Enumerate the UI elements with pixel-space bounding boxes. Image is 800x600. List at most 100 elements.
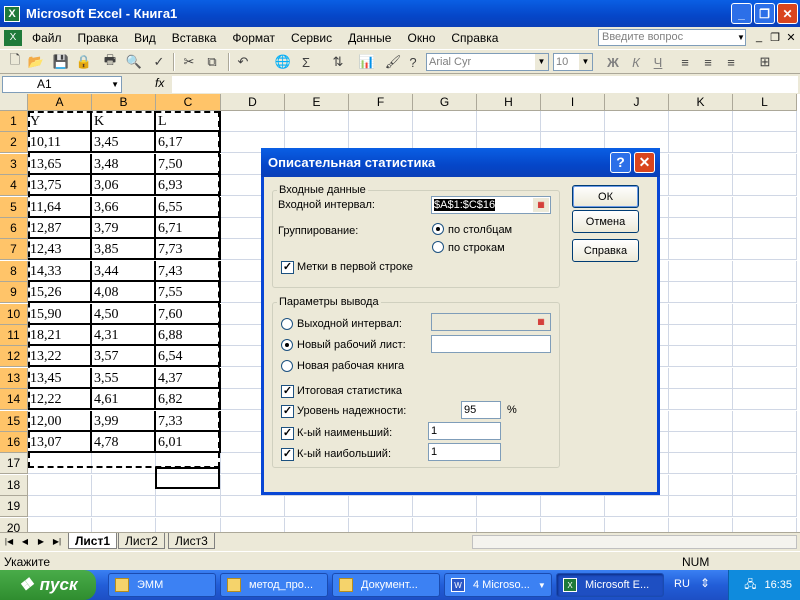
- cell[interactable]: [285, 111, 349, 132]
- cell[interactable]: [92, 453, 156, 475]
- menu-tools[interactable]: Сервис: [283, 27, 340, 48]
- cell[interactable]: [733, 260, 797, 282]
- cell[interactable]: [733, 153, 797, 175]
- cell[interactable]: [669, 389, 733, 411]
- column-header[interactable]: K: [669, 94, 733, 111]
- cell[interactable]: [669, 282, 733, 304]
- cell[interactable]: 3,57: [92, 346, 156, 368]
- font-size-select[interactable]: 10 ▼: [553, 53, 593, 71]
- row-header[interactable]: 12: [0, 346, 28, 368]
- cell[interactable]: 3,44: [92, 260, 156, 282]
- cell[interactable]: 4,08: [92, 282, 156, 304]
- cell[interactable]: 12,22: [28, 389, 92, 411]
- row-header[interactable]: 20: [0, 517, 28, 532]
- permission-icon[interactable]: 🔒: [75, 53, 93, 71]
- cell[interactable]: 13,22: [28, 346, 92, 368]
- cell[interactable]: 6,93: [156, 175, 221, 197]
- cell[interactable]: 6,55: [156, 196, 221, 218]
- row-header[interactable]: 17: [0, 453, 28, 475]
- doc-minimize-button[interactable]: _: [752, 30, 766, 44]
- formula-input[interactable]: [172, 76, 798, 93]
- column-header[interactable]: D: [221, 94, 285, 111]
- cell[interactable]: 3,45: [92, 132, 156, 154]
- print-icon[interactable]: 🖶: [101, 52, 119, 71]
- cell[interactable]: 13,65: [28, 153, 92, 175]
- cell[interactable]: 6,54: [156, 346, 221, 368]
- sort-ascending-icon[interactable]: ⇅: [329, 53, 347, 71]
- cell[interactable]: [28, 496, 92, 518]
- cell[interactable]: [669, 474, 733, 496]
- cell[interactable]: 14,33: [28, 260, 92, 282]
- cell[interactable]: 13,75: [28, 175, 92, 197]
- menu-format[interactable]: Формат: [224, 27, 283, 48]
- cell[interactable]: [733, 389, 797, 411]
- collapse-dialog-icon[interactable]: ▦: [533, 315, 549, 329]
- sheet-tab-1[interactable]: Лист1: [68, 533, 118, 549]
- close-button[interactable]: ✕: [777, 3, 798, 24]
- cell[interactable]: [669, 132, 733, 154]
- cell[interactable]: 13,07: [28, 432, 92, 453]
- row-header[interactable]: 4: [0, 175, 28, 197]
- insert-function-icon[interactable]: fx: [155, 76, 164, 90]
- cell[interactable]: 3,66: [92, 196, 156, 218]
- menu-help[interactable]: Справка: [443, 27, 506, 48]
- cell[interactable]: [669, 303, 733, 325]
- cell[interactable]: 13,45: [28, 367, 92, 389]
- cell[interactable]: [733, 175, 797, 197]
- cell[interactable]: [669, 196, 733, 218]
- cell[interactable]: [733, 282, 797, 304]
- cell[interactable]: [669, 153, 733, 175]
- dropdown-arrow-icon[interactable]: ▼: [111, 77, 119, 92]
- sheet-tab-3[interactable]: Лист3: [168, 533, 215, 549]
- cell[interactable]: 7,55: [156, 282, 221, 304]
- cell[interactable]: 3,79: [92, 218, 156, 239]
- cell[interactable]: [669, 218, 733, 239]
- cell[interactable]: 4,31: [92, 325, 156, 346]
- network-icon[interactable]: 🖧: [744, 576, 756, 595]
- cell[interactable]: 3,99: [92, 410, 156, 432]
- row-header[interactable]: 6: [0, 218, 28, 239]
- cell[interactable]: [733, 517, 797, 532]
- help-button[interactable]: Справка: [572, 239, 639, 262]
- sheet-tab-2[interactable]: Лист2: [118, 533, 165, 549]
- cell[interactable]: 7,60: [156, 303, 221, 325]
- kth-largest-field[interactable]: 1: [428, 443, 501, 461]
- row-header[interactable]: 13: [0, 367, 28, 389]
- cell[interactable]: [669, 496, 733, 518]
- cell[interactable]: 4,78: [92, 432, 156, 453]
- by-rows-radio[interactable]: [432, 241, 444, 253]
- cell[interactable]: 6,01: [156, 432, 221, 453]
- bold-button[interactable]: Ж: [604, 53, 622, 71]
- cell[interactable]: 4,37: [156, 367, 221, 389]
- cell[interactable]: [733, 346, 797, 368]
- cell[interactable]: [413, 496, 477, 518]
- cell[interactable]: [733, 496, 797, 518]
- horizontal-scrollbar[interactable]: [472, 535, 797, 549]
- cell[interactable]: [669, 260, 733, 282]
- hyperlink-icon[interactable]: 🌐: [274, 53, 292, 71]
- row-header[interactable]: 3: [0, 153, 28, 175]
- prev-sheet-icon[interactable]: ◀: [18, 534, 32, 549]
- cell[interactable]: [733, 453, 797, 475]
- cell[interactable]: [349, 496, 413, 518]
- cell[interactable]: [28, 517, 92, 532]
- summary-stats-checkbox[interactable]: ✓: [281, 385, 294, 398]
- column-header[interactable]: J: [605, 94, 669, 111]
- doc-close-button[interactable]: ✕: [784, 30, 798, 44]
- cell[interactable]: Y: [28, 111, 92, 132]
- column-header[interactable]: F: [349, 94, 413, 111]
- menu-view[interactable]: Вид: [126, 27, 164, 48]
- cell[interactable]: K: [92, 111, 156, 132]
- copy-icon[interactable]: ⧉: [203, 53, 221, 71]
- cell[interactable]: 7,50: [156, 153, 221, 175]
- excel-app-icon[interactable]: X: [4, 5, 20, 22]
- cell[interactable]: [669, 432, 733, 453]
- kth-smallest-checkbox[interactable]: ✓: [281, 427, 294, 440]
- dropdown-arrow-icon[interactable]: ▼: [535, 54, 548, 70]
- cell[interactable]: [477, 111, 541, 132]
- align-center-icon[interactable]: ≡: [699, 53, 717, 71]
- row-header[interactable]: 18: [0, 474, 28, 496]
- row-header[interactable]: 10: [0, 303, 28, 325]
- autosum-icon[interactable]: Σ: [297, 53, 315, 71]
- ok-button[interactable]: ОК: [572, 185, 639, 208]
